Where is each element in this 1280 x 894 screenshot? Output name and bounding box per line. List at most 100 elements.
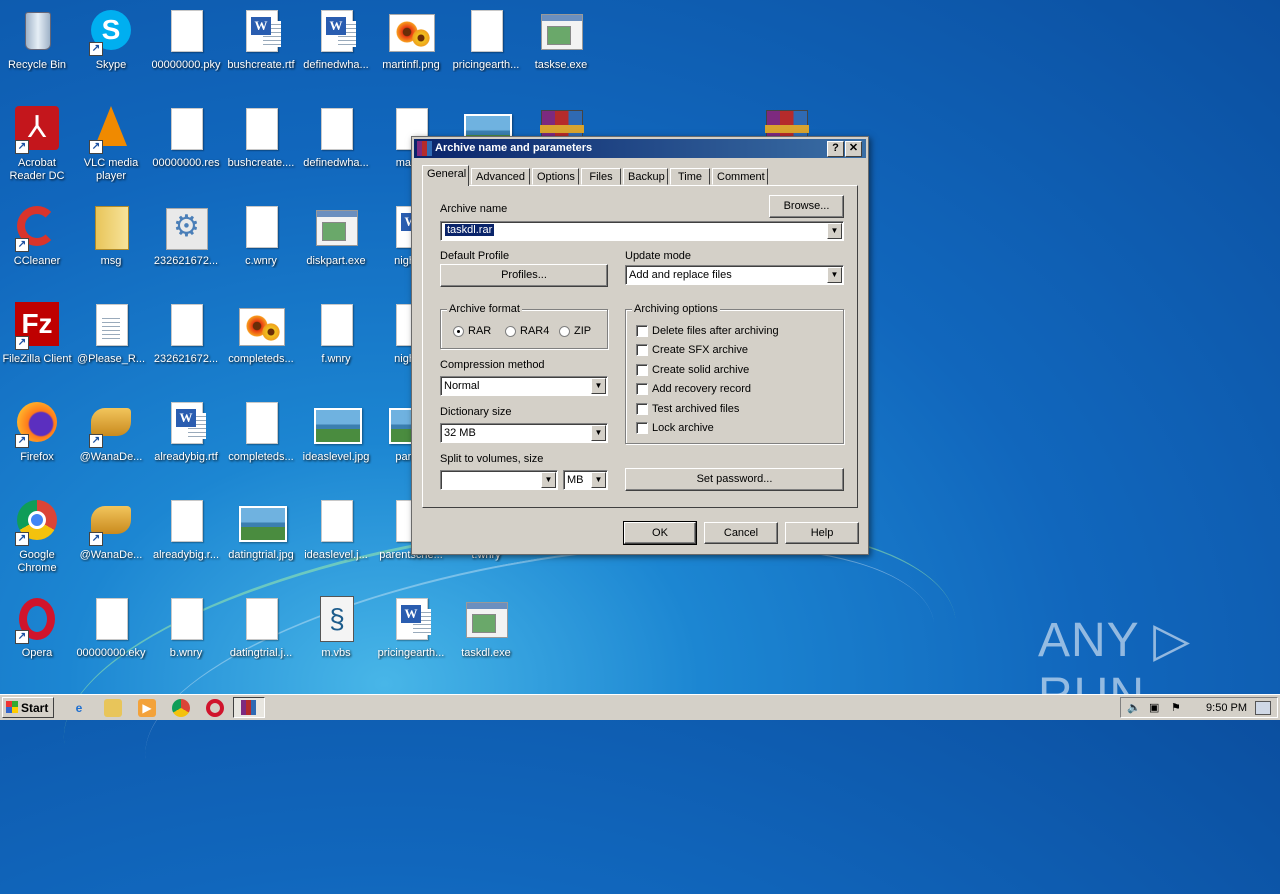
help-button[interactable]: Help <box>785 522 859 544</box>
desktop-icon-pricingearth-1[interactable]: pricingearth... <box>449 8 523 72</box>
desktop-icon-please-read[interactable]: @Please_R... <box>74 302 148 366</box>
desktop-icon-msg[interactable]: msg <box>74 204 148 268</box>
desktop-icon-acrobat[interactable]: ⅄ ↗ Acrobat Reader DC <box>0 106 74 183</box>
desktop-icon-bushcreate-rtf[interactable]: W bushcreate.rtf <box>224 8 298 72</box>
chevron-down-icon[interactable]: ▼ <box>541 472 556 488</box>
word-document-icon: W <box>171 402 206 444</box>
ie-icon[interactable]: e <box>70 699 88 717</box>
update-mode-label: Update mode <box>625 250 692 262</box>
close-button[interactable]: ✕ <box>845 141 862 157</box>
dictionary-select[interactable]: 32 MB ▼ <box>440 423 608 443</box>
desktop-icon-eky[interactable]: 00000000.eky <box>74 596 148 660</box>
desktop-icon-definedwha-1[interactable]: W definedwha... <box>299 8 373 72</box>
archive-name-input[interactable]: taskdl.rar ▼ <box>440 221 844 241</box>
desktop-icon-firefox[interactable]: ↗ Firefox <box>0 400 74 464</box>
tab-backup[interactable]: Backup <box>623 168 668 185</box>
profiles-button[interactable]: Profiles... <box>440 264 608 287</box>
tab-general[interactable]: General <box>422 165 469 186</box>
cancel-button[interactable]: Cancel <box>704 522 778 544</box>
desktop-icon-martinfl-png[interactable]: martinfl.png <box>374 8 448 72</box>
desktop-icon-filezilla[interactable]: Fz ↗ FileZilla Client <box>0 302 74 366</box>
dialog-titlebar[interactable]: Archive name and parameters ? ✕ <box>414 139 866 158</box>
archiving-options-label: Archiving options <box>632 303 720 315</box>
explorer-folder-icon[interactable] <box>104 699 122 717</box>
create-solid-checkbox[interactable] <box>636 364 648 376</box>
desktop-icon-completeds-1[interactable]: completeds... <box>224 302 298 366</box>
browse-button[interactable]: Browse... <box>769 195 844 218</box>
desktop-icon-wanadecryptor-1[interactable]: ↗ @WanaDe... <box>74 400 148 464</box>
compression-label: Compression method <box>440 359 545 371</box>
recovery-record-checkbox[interactable] <box>636 383 648 395</box>
taskbar-winrar-button[interactable] <box>233 697 265 718</box>
file-icon <box>171 500 203 542</box>
desktop-icon-res[interactable]: 00000000.res <box>149 106 223 170</box>
format-zip-label: ZIP <box>574 325 592 337</box>
volume-icon[interactable]: 🔈 <box>1127 701 1141 714</box>
split-size-input[interactable]: ▼ <box>440 470 558 490</box>
desktop-icon-completeds-2[interactable]: completeds... <box>224 400 298 464</box>
test-archived-checkbox[interactable] <box>636 403 648 415</box>
chevron-down-icon[interactable]: ▼ <box>827 267 842 283</box>
start-button[interactable]: Start <box>2 697 54 718</box>
desktop-icon-23262-2[interactable]: 232621672... <box>149 302 223 366</box>
format-zip-radio[interactable] <box>559 326 570 337</box>
format-rar4-radio[interactable] <box>505 326 516 337</box>
desktop-icon-f-wnry[interactable]: f.wnry <box>299 302 373 366</box>
desktop-icon-m-vbs[interactable]: § m.vbs <box>299 596 373 660</box>
tab-files[interactable]: Files <box>581 168 621 185</box>
network-icon[interactable]: ▣ <box>1149 701 1159 714</box>
image-file-icon <box>389 14 435 52</box>
update-mode-select[interactable]: Add and replace files ▼ <box>625 265 844 285</box>
tab-advanced[interactable]: Advanced <box>471 168 530 185</box>
desktop-icon-c-wnry[interactable]: c.wnry <box>224 204 298 268</box>
desktop-icon-pricingearth-2[interactable]: W pricingearth... <box>374 596 448 660</box>
desktop-icon-ideaslevel-2[interactable]: ideaslevel.j... <box>299 498 373 562</box>
media-player-icon[interactable]: ▶ <box>138 699 156 717</box>
desktop-icon-skype[interactable]: S ↗ Skype <box>74 8 148 72</box>
compression-select[interactable]: Normal ▼ <box>440 376 608 396</box>
desktop-icon-taskdl-exe[interactable]: taskdl.exe <box>449 596 523 660</box>
set-password-button[interactable]: Set password... <box>625 468 844 491</box>
desktop-icon-alreadybig-rtf[interactable]: W alreadybig.rtf <box>149 400 223 464</box>
folder-icon <box>95 206 129 250</box>
chevron-down-icon[interactable]: ▼ <box>591 378 606 394</box>
format-rar-radio[interactable] <box>453 326 464 337</box>
icon-label: Firefox <box>20 451 54 463</box>
help-title-button[interactable]: ? <box>827 141 844 157</box>
desktop-icon-vlc[interactable]: ↗ VLC media player <box>74 106 148 183</box>
desktop-icon-diskpart-exe[interactable]: diskpart.exe <box>299 204 373 268</box>
desktop-icon-23262-1[interactable]: 232621672... <box>149 204 223 268</box>
desktop-icon-taskse-exe[interactable]: taskse.exe <box>524 8 598 72</box>
split-unit-select[interactable]: MB ▼ <box>563 470 608 490</box>
desktop-icon-alreadybig-2[interactable]: alreadybig.r... <box>149 498 223 562</box>
action-center-flag-icon[interactable]: ⚑ <box>1171 701 1181 714</box>
desktop-icon-opera[interactable]: ↗ Opera <box>0 596 74 660</box>
desktop-icon-chrome[interactable]: ↗ Google Chrome <box>0 498 74 575</box>
chevron-down-icon[interactable]: ▼ <box>591 425 606 441</box>
ok-button[interactable]: OK <box>623 521 697 545</box>
desktop-icon-recycle-bin[interactable]: Recycle Bin <box>0 8 74 72</box>
desktop-icon-ideaslevel-jpg[interactable]: ideaslevel.jpg <box>299 400 373 464</box>
chevron-down-icon[interactable]: ▼ <box>591 472 606 488</box>
desktop-icon-bushcreate-2[interactable]: bushcreate.... <box>224 106 298 170</box>
lock-archive-checkbox[interactable] <box>636 422 648 434</box>
create-sfx-checkbox[interactable] <box>636 344 648 356</box>
chevron-down-icon[interactable]: ▼ <box>827 223 842 239</box>
desktop-icon-b-wnry[interactable]: b.wnry <box>149 596 223 660</box>
tab-options[interactable]: Options <box>532 168 579 185</box>
handshake-icon <box>91 408 131 436</box>
desktop-icon-definedwha-2[interactable]: definedwha... <box>299 106 373 170</box>
icon-label: bushcreate.... <box>227 157 295 169</box>
delete-files-checkbox[interactable] <box>636 325 648 337</box>
file-icon <box>171 598 203 640</box>
chrome-icon[interactable] <box>172 699 190 717</box>
desktop-icon-wanadecryptor-2[interactable]: ↗ @WanaDe... <box>74 498 148 562</box>
tab-time[interactable]: Time <box>670 168 710 185</box>
desktop-icon-datingtrial-jpg[interactable]: datingtrial.jpg <box>224 498 298 562</box>
tab-comment[interactable]: Comment <box>712 168 768 185</box>
desktop-icon-ccleaner[interactable]: ↗ CCleaner <box>0 204 74 268</box>
desktop-icon-pky[interactable]: 00000000.pky <box>149 8 223 72</box>
opera-icon[interactable] <box>206 699 224 717</box>
show-desktop-icon[interactable] <box>1255 701 1271 715</box>
desktop-icon-datingtrial-2[interactable]: datingtrial.j... <box>224 596 298 660</box>
